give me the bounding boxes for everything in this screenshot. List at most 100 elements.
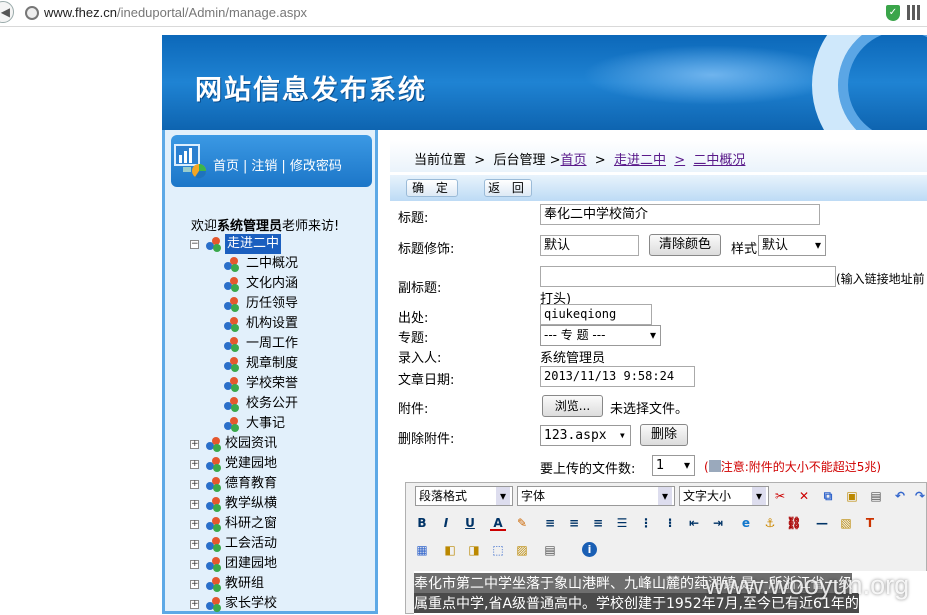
tree-child-label[interactable]: 文化内涵 <box>246 274 298 294</box>
welcome-user: 系统管理员 <box>217 219 283 234</box>
source-input[interactable]: qiukeqiong <box>540 304 652 325</box>
redo-icon[interactable]: ↷ <box>912 488 927 504</box>
nav-separator: | <box>281 159 286 174</box>
expand-icon[interactable]: + <box>190 500 199 509</box>
delete-attachment-select[interactable]: 123.aspx <box>540 425 631 446</box>
indent-icon[interactable]: ⇥ <box>710 515 726 531</box>
tree-child-label[interactable]: 规章制度 <box>246 354 298 374</box>
qr-code-icon[interactable] <box>907 5 922 20</box>
font-select[interactable]: 字体 <box>517 486 675 506</box>
italic-icon[interactable]: I <box>438 515 454 531</box>
tree-node-icon <box>224 337 240 352</box>
cut-icon[interactable]: ✂ <box>772 488 788 504</box>
highlight-icon[interactable]: ✎ <box>514 515 530 531</box>
tree-node-label[interactable]: 工会活动 <box>225 534 277 554</box>
tree-child-label[interactable]: 历任领导 <box>246 294 298 314</box>
tree-child-label[interactable]: 大事记 <box>246 414 285 434</box>
tree-node-icon <box>224 317 240 332</box>
tree-node-label[interactable]: 校园资讯 <box>225 434 277 454</box>
outdent-icon[interactable]: ⇤ <box>686 515 702 531</box>
shield-icon[interactable]: ✓ <box>886 5 900 21</box>
paragraph-format-select[interactable]: 段落格式 <box>415 486 513 506</box>
tree-child-label[interactable]: 二中概况 <box>246 254 298 274</box>
tree-node-label[interactable]: 家长学校 <box>225 594 277 614</box>
collapse-icon[interactable]: − <box>190 240 199 249</box>
delete-attachment-button[interactable]: 删除 <box>640 424 688 446</box>
insert-text-icon[interactable]: T <box>862 515 878 531</box>
tree-child-label[interactable]: 机构设置 <box>246 314 298 334</box>
select-table-icon[interactable]: ⬚ <box>490 542 506 558</box>
ordered-list-icon[interactable]: ⋮ <box>638 515 654 531</box>
tree-node-label[interactable]: 科研之窗 <box>225 514 277 534</box>
expand-icon[interactable]: + <box>190 440 199 449</box>
browse-button[interactable]: 浏览... <box>542 395 603 417</box>
tree-node-label[interactable]: 党建园地 <box>225 454 277 474</box>
insert-link-icon[interactable]: e <box>738 515 754 531</box>
upload-count-select[interactable]: 1 <box>652 455 695 476</box>
tree-child-label[interactable]: 学校荣誉 <box>246 374 298 394</box>
tree-child-label[interactable]: 一周工作 <box>246 334 298 354</box>
unlink-icon[interactable]: ⛓ <box>786 515 802 531</box>
topic-select[interactable]: --- 专 题 --- <box>540 325 661 346</box>
insert-image-icon[interactable]: ▧ <box>838 515 854 531</box>
editor-toolbar-row-2: B I U A ✎ ≡ ≡ ≡ ☰ ⋮ ⁝ ⇤ ⇥ e ⚓ ⛓ — ▧ T <box>406 510 927 537</box>
tree-node-label[interactable]: 团建园地 <box>225 554 277 574</box>
expand-icon[interactable]: + <box>190 520 199 529</box>
breadcrumb-section-link[interactable]: 走进二中 <box>614 153 666 168</box>
style-select[interactable]: 默认 <box>758 235 826 256</box>
copy-icon[interactable]: ⧉ <box>820 488 836 504</box>
note-marker-icon <box>708 460 721 472</box>
tree-node-label[interactable]: 德育教育 <box>225 474 277 494</box>
back-button[interactable]: 返 回 <box>484 179 532 197</box>
expand-icon[interactable]: + <box>190 560 199 569</box>
clear-color-button[interactable]: 清除颜色 <box>649 234 721 256</box>
nav-change-password-link[interactable]: 修改密码 <box>290 159 342 174</box>
font-color-icon[interactable]: A <box>490 515 506 531</box>
action-bar: 确 定 返 回 <box>390 175 927 201</box>
anchor-icon[interactable]: ⚓ <box>762 515 778 531</box>
breadcrumb-page-link[interactable]: 二中概况 <box>693 153 745 168</box>
paste-text-icon[interactable]: ▤ <box>868 488 884 504</box>
delete-attachment-label: 删除附件: <box>398 432 455 447</box>
align-center-icon[interactable]: ≡ <box>566 515 582 531</box>
undo-icon[interactable]: ↶ <box>892 488 908 504</box>
subtitle-input[interactable] <box>540 266 836 287</box>
expand-icon[interactable]: + <box>190 600 199 609</box>
breadcrumb-home-link[interactable]: 首页 <box>561 153 587 168</box>
unordered-list-icon[interactable]: ⁝ <box>662 515 678 531</box>
topic-label: 专题: <box>398 331 429 346</box>
paste-icon[interactable]: ▣ <box>844 488 860 504</box>
expand-icon[interactable]: + <box>190 580 199 589</box>
attachment-label: 附件: <box>398 402 429 417</box>
expand-icon[interactable]: + <box>190 460 199 469</box>
confirm-button[interactable]: 确 定 <box>406 179 458 197</box>
tree-child-label[interactable]: 校务公开 <box>246 394 298 414</box>
expand-icon[interactable]: + <box>190 480 199 489</box>
delete-icon[interactable]: ✕ <box>796 488 812 504</box>
bold-icon[interactable]: B <box>414 515 430 531</box>
underline-icon[interactable]: U <box>462 515 478 531</box>
justify-icon[interactable]: ☰ <box>614 515 630 531</box>
back-arrow-icon[interactable]: ◀ <box>0 1 14 23</box>
tree-node-label[interactable]: 走进二中 <box>225 234 282 254</box>
insert-row-icon[interactable]: ▨ <box>514 542 530 558</box>
tree-node-label[interactable]: 教学纵横 <box>225 494 277 514</box>
font-size-select[interactable]: 文字大小 <box>679 486 769 506</box>
info-icon[interactable]: i <box>582 542 597 557</box>
insert-table-icon[interactable]: ▦ <box>414 542 430 558</box>
nav-logout-link[interactable]: 注销 <box>251 159 277 174</box>
nav-home-link[interactable]: 首页 <box>213 159 239 174</box>
align-left-icon[interactable]: ≡ <box>542 515 558 531</box>
title-input[interactable]: 奉化二中学校简介 <box>540 204 820 225</box>
cell-props-icon[interactable]: ◨ <box>466 542 482 558</box>
view-source-icon[interactable]: ▤ <box>542 542 558 558</box>
expand-icon[interactable]: + <box>190 540 199 549</box>
align-right-icon[interactable]: ≡ <box>590 515 606 531</box>
banner-swirl-graphic <box>812 35 927 130</box>
tree-node-label[interactable]: 教研组 <box>225 574 264 594</box>
title-decor-input[interactable]: 默认 <box>540 235 639 256</box>
table-props-icon[interactable]: ◧ <box>442 542 458 558</box>
date-input[interactable]: 2013/11/13 9:58:24 <box>540 366 695 387</box>
url-field[interactable]: www.fhez.cn/ineduportal/Admin/manage.asp… <box>44 5 307 20</box>
horizontal-rule-icon[interactable]: — <box>814 515 830 531</box>
